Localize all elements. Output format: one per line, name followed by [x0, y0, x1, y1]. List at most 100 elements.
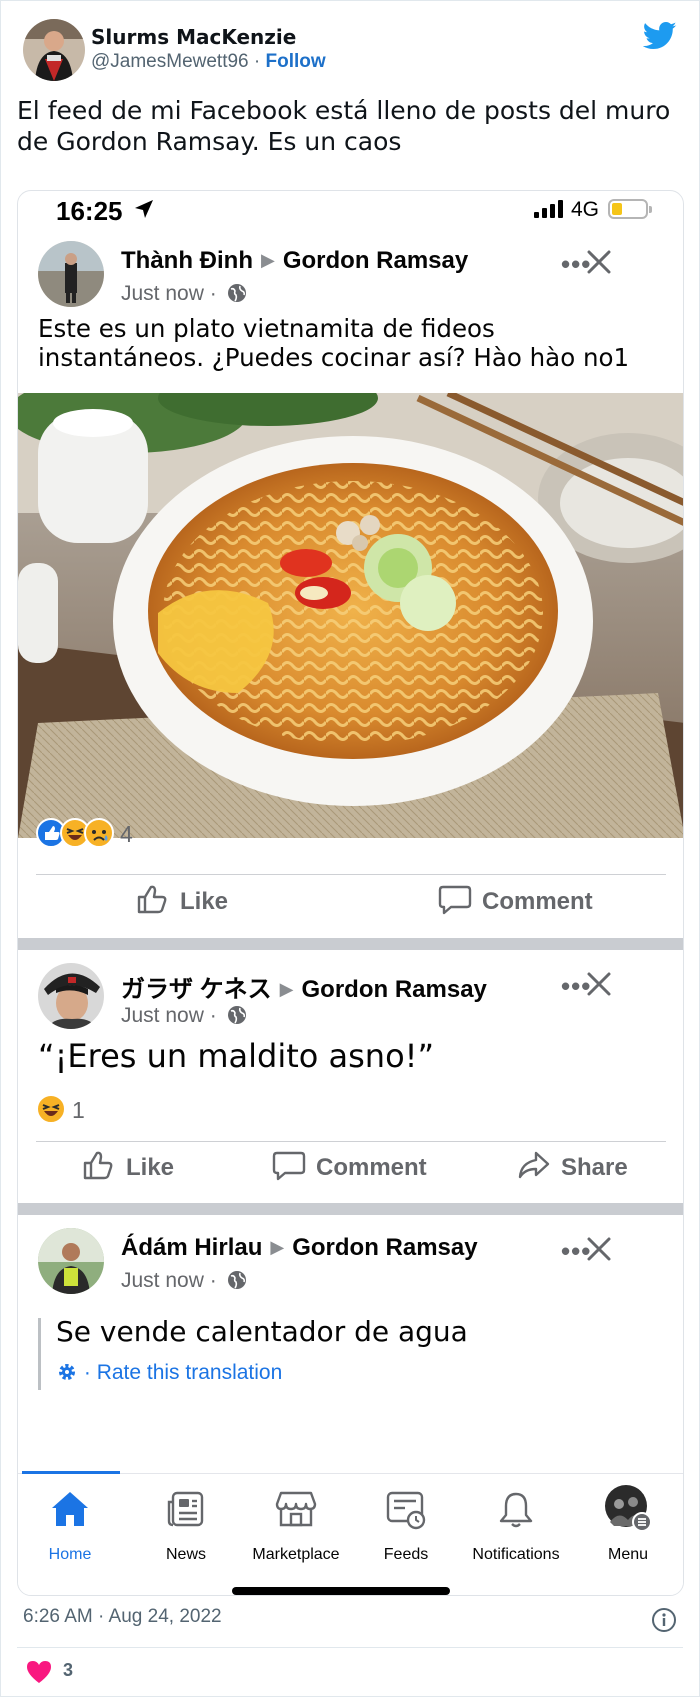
comment-label: Comment: [482, 888, 593, 915]
twitter-bird-icon[interactable]: [642, 21, 677, 51]
post-separator: [18, 938, 683, 950]
reactions-summary[interactable]: 1: [36, 1094, 156, 1126]
follow-button[interactable]: Follow: [266, 51, 326, 72]
post-meta: Just now ·: [121, 1004, 247, 1028]
post-author[interactable]: ガラザ ケネス: [121, 976, 272, 1003]
tweet-header: Slurms MacKenzie @JamesMewett96 · Follow: [23, 19, 683, 81]
post-time[interactable]: Just now: [121, 1269, 204, 1292]
like-button[interactable]: Like: [82, 1149, 174, 1182]
post-time[interactable]: Just now: [121, 1004, 204, 1027]
meta-dot: ·: [209, 1004, 217, 1027]
tweet-author-avatar[interactable]: [23, 19, 85, 81]
comment-button[interactable]: Comment: [272, 1149, 427, 1182]
rate-translation-link[interactable]: · Rate this translation: [56, 1361, 282, 1385]
tab-label: News: [165, 1546, 206, 1563]
tab-menu[interactable]: Menu: [573, 1474, 683, 1574]
home-icon: [52, 1492, 88, 1526]
post-author-line: Ádám Hirlau ▶ Gordon Ramsay: [121, 1234, 478, 1262]
globe-icon: [227, 1006, 246, 1024]
share-icon: [518, 1151, 550, 1179]
divider: [36, 874, 666, 875]
close-icon[interactable]: [584, 1234, 614, 1264]
reaction-count: 4: [120, 821, 133, 847]
tab-news[interactable]: News: [131, 1474, 241, 1574]
arrow-right-icon: ▶: [260, 250, 275, 270]
arrow-right-icon: ▶: [270, 1237, 285, 1257]
thumbs-up-icon: [137, 885, 167, 914]
tab-label: Menu: [607, 1546, 649, 1563]
tab-feeds[interactable]: Feeds: [351, 1474, 461, 1574]
tweet-text: El feed de mi Facebook está lleno de pos…: [17, 96, 671, 156]
globe-icon: [227, 1271, 246, 1289]
status-time: 16:25: [56, 196, 123, 226]
post-target[interactable]: Gordon Ramsay: [302, 976, 487, 1003]
like-count: 3: [63, 1660, 74, 1680]
avatar[interactable]: [38, 1228, 104, 1294]
tweet-timestamp[interactable]: 6:26 AM · Aug 24, 2022: [23, 1606, 222, 1628]
signal-icon: [534, 200, 563, 218]
tweet-handle[interactable]: @JamesMewett96: [91, 51, 249, 72]
post-author[interactable]: Ádám Hirlau: [121, 1234, 262, 1261]
close-icon[interactable]: [584, 247, 614, 277]
post-header: ガラザ ケネス ▶ Gordon Ramsay Just now · •••: [18, 963, 683, 1033]
handle-separator: ·: [253, 51, 261, 72]
bottom-tab-bar: Home News Marketplace Feeds Notification…: [18, 1471, 683, 1595]
meta-dot: ·: [209, 282, 217, 305]
thumbs-up-icon: [83, 1151, 113, 1180]
home-indicator: [232, 1587, 450, 1595]
post-text: “¡Eres un maldito asno!”: [38, 1037, 435, 1075]
meta-dot: ·: [209, 1269, 217, 1292]
location-arrow-icon: [135, 200, 153, 218]
tab-label: Notifications: [472, 1546, 560, 1563]
menu-avatar: [605, 1485, 652, 1532]
close-icon[interactable]: [584, 969, 614, 999]
post-author-line: Thành Đinh ▶ Gordon Ramsay: [121, 247, 468, 275]
rate-translation-label[interactable]: Rate this translation: [97, 1361, 283, 1384]
tab-label: Home: [48, 1546, 92, 1563]
post-author-line: ガラザ ケネス ▶ Gordon Ramsay: [121, 969, 487, 1004]
post-meta: Just now ·: [121, 1269, 247, 1293]
heart-icon: [27, 1661, 51, 1683]
post-time[interactable]: Just now: [121, 282, 204, 305]
share-button[interactable]: Share: [517, 1149, 628, 1182]
reactions-summary[interactable]: 4: [36, 818, 236, 850]
post-image-noodle-bowl[interactable]: [18, 393, 683, 838]
tab-label: Marketplace: [252, 1546, 340, 1563]
sad-reaction-icon: [84, 818, 114, 848]
post-target[interactable]: Gordon Ramsay: [292, 1234, 477, 1261]
haha-reaction-icon: [36, 1094, 66, 1124]
share-label: Share: [561, 1154, 628, 1181]
news-icon: [167, 1491, 204, 1527]
globe-icon: [227, 284, 246, 302]
post-header: Thành Đinh ▶ Gordon Ramsay Just now · •••: [18, 241, 683, 311]
like-button[interactable]: Like: [136, 883, 228, 916]
post-meta: Just now ·: [121, 282, 247, 306]
post-separator: [18, 1203, 683, 1215]
comment-button[interactable]: Comment: [438, 883, 593, 916]
tab-label: Feeds: [383, 1546, 429, 1563]
tab-notifications[interactable]: Notifications: [461, 1474, 571, 1574]
tab-home[interactable]: Home: [18, 1474, 125, 1574]
tab-marketplace[interactable]: Marketplace: [241, 1474, 351, 1574]
embedded-screenshot[interactable]: 16:25 4G Thành Đinh ▶ Gordon Ramsay Just…: [17, 190, 684, 1596]
post-text: Se vende calentador de agua: [56, 1315, 468, 1348]
tweet-author-name[interactable]: Slurms MacKenzie: [91, 25, 296, 49]
feeds-icon: [386, 1491, 426, 1530]
divider: [36, 1141, 666, 1142]
gear-icon: [59, 1364, 75, 1380]
marketplace-icon: [275, 1491, 317, 1527]
battery-icon: [608, 199, 652, 219]
rate-dot: ·: [83, 1361, 91, 1384]
post-target[interactable]: Gordon Ramsay: [283, 247, 468, 274]
bell-icon: [499, 1492, 533, 1528]
tweet-handle-row: @JamesMewett96 · Follow: [91, 51, 326, 73]
info-icon[interactable]: [651, 1607, 677, 1633]
arrow-right-icon: ▶: [279, 979, 294, 999]
avatar[interactable]: [38, 963, 104, 1029]
avatar[interactable]: [38, 241, 104, 307]
network-type: 4G: [571, 198, 600, 221]
post-text: Este es un plato vietnamita de fideos in…: [38, 314, 630, 372]
like-label: Like: [126, 1154, 175, 1181]
translation-quote-bar: [38, 1318, 41, 1390]
post-author[interactable]: Thành Đinh: [121, 247, 253, 274]
